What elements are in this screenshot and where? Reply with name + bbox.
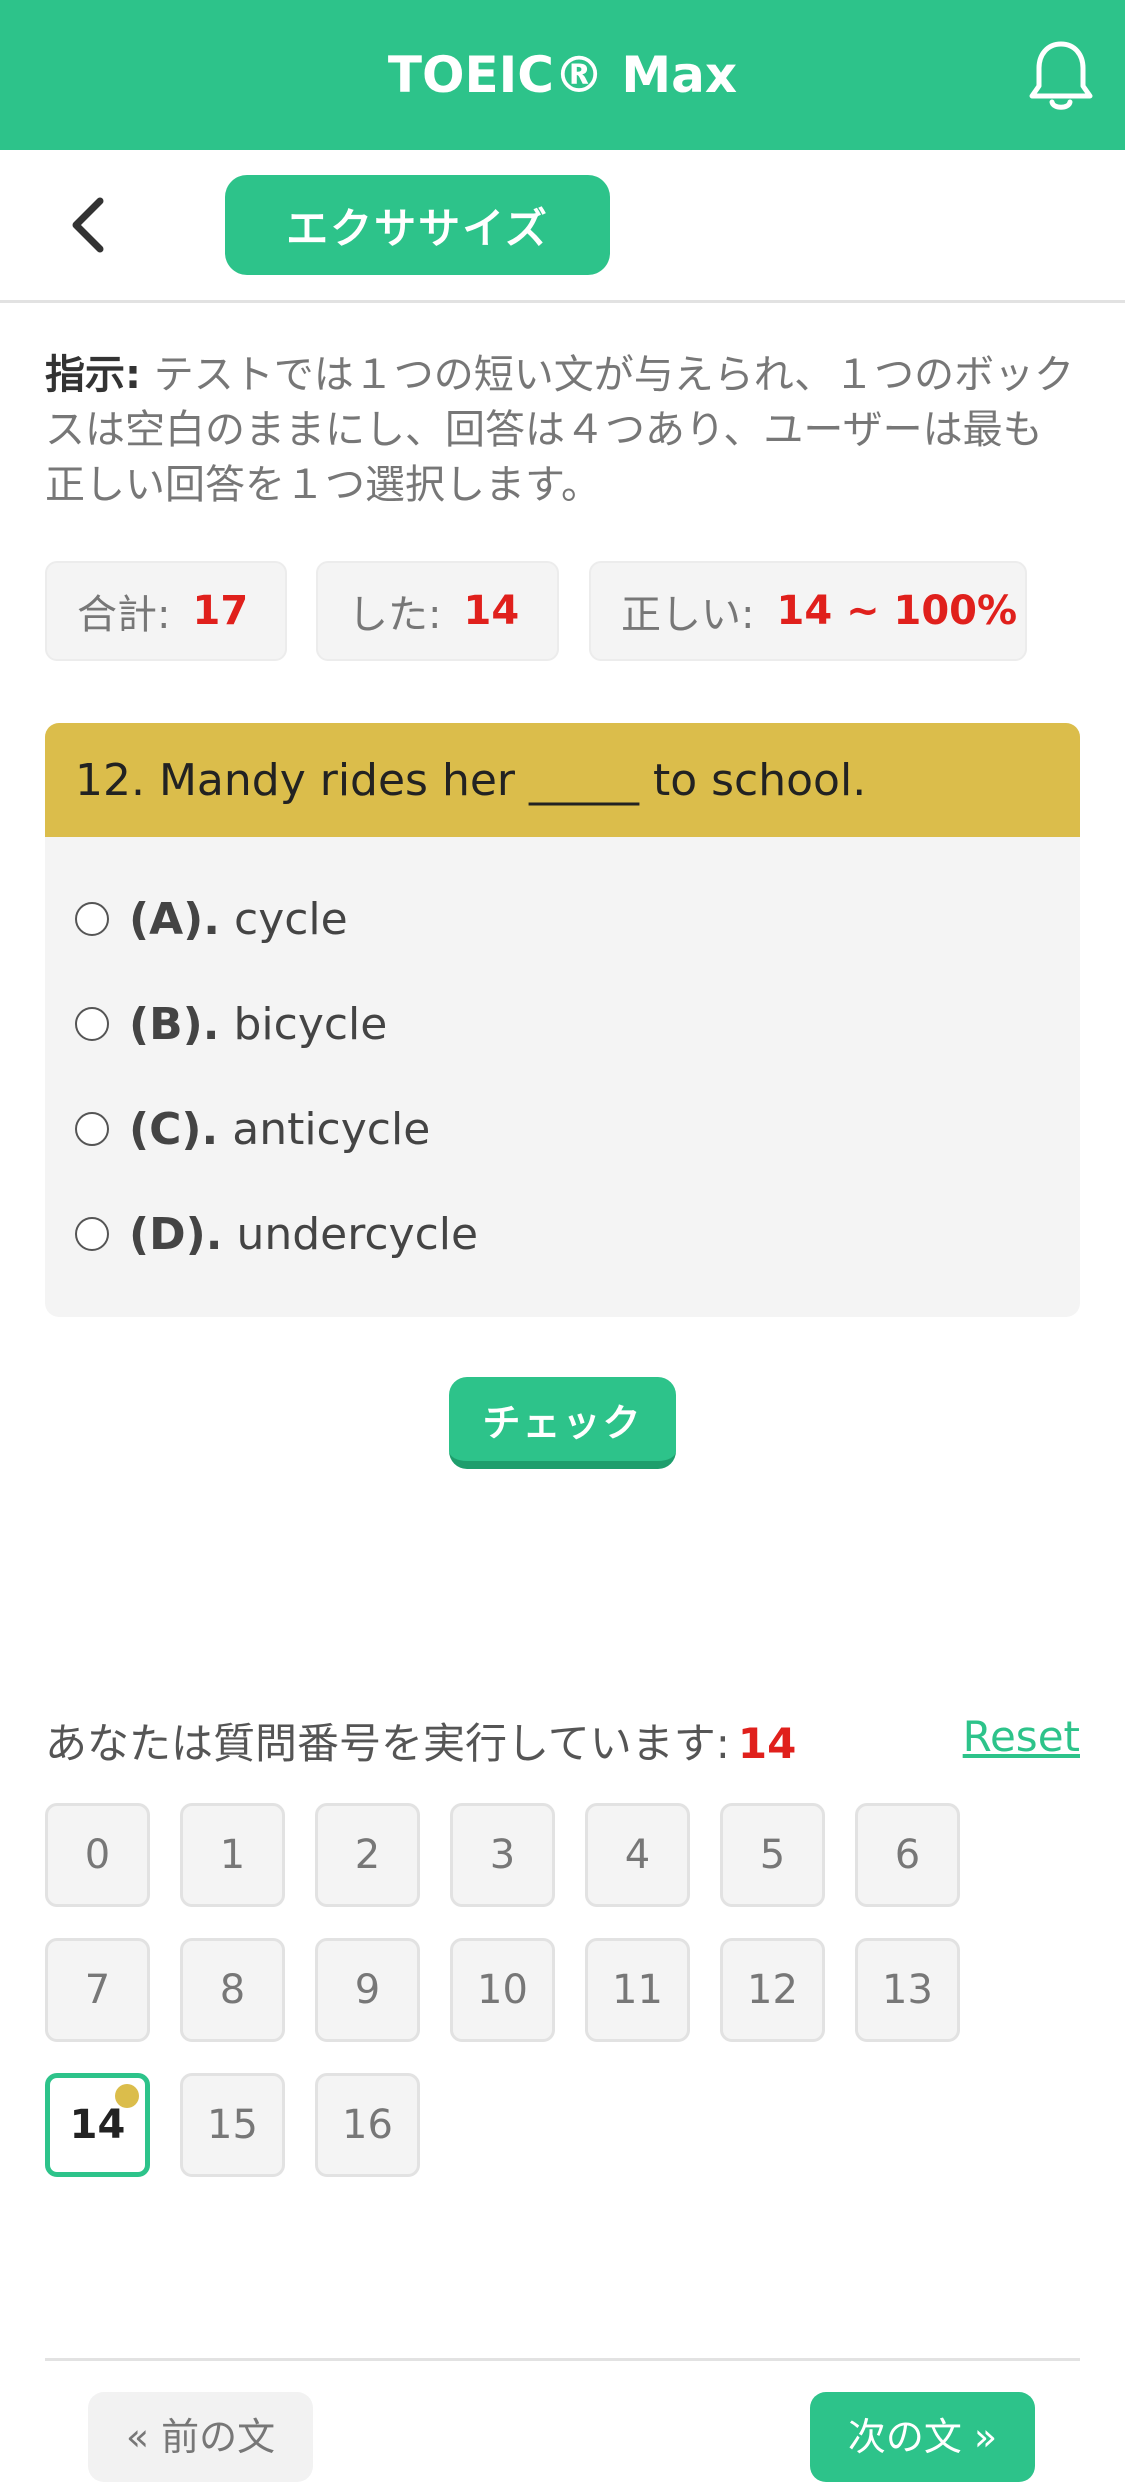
correct-label: 正しい: <box>621 592 755 638</box>
correct-stat: 正しい: 14 ~ 100% <box>589 561 1027 661</box>
chevron-left-icon[interactable] <box>60 195 120 255</box>
question-number-label: 16 <box>342 2102 393 2148</box>
total-value: 17 <box>192 588 249 634</box>
option-d[interactable]: (D). undercycle <box>75 1204 478 1264</box>
option-text: cycle <box>234 893 348 945</box>
done-value: 14 <box>463 588 520 634</box>
check-button[interactable]: チェック <box>449 1377 676 1469</box>
option-letter: (C). <box>129 1103 219 1155</box>
question-number-label: 15 <box>207 2102 258 2148</box>
radio-c[interactable] <box>75 1112 109 1146</box>
option-letter: (D). <box>129 1208 223 1260</box>
option-text: anticycle <box>232 1103 431 1155</box>
question-number-label: 4 <box>624 1832 651 1878</box>
option-letter: (A). <box>129 893 220 945</box>
progress-text: あなたは質問番号を実行しています: 14 <box>45 1710 796 1771</box>
bell-icon[interactable] <box>1025 38 1097 114</box>
question-number-button[interactable]: 2 <box>315 1803 420 1907</box>
question-number-button[interactable]: 0 <box>45 1803 150 1907</box>
question-number-button[interactable]: 16 <box>315 2073 420 2177</box>
question-number-button[interactable]: 13 <box>855 1938 960 2042</box>
question-number-label: 12 <box>747 1967 798 2013</box>
question-number-label: 3 <box>489 1832 516 1878</box>
radio-a[interactable] <box>75 902 109 936</box>
option-letter: (B). <box>129 998 220 1050</box>
option-b[interactable]: (B). bicycle <box>75 994 387 1054</box>
question-number-button[interactable]: 7 <box>45 1938 150 2042</box>
option-text: bicycle <box>233 998 388 1050</box>
question-number-label: 6 <box>894 1832 921 1878</box>
radio-b[interactable] <box>75 1007 109 1041</box>
total-label: 合計: <box>77 592 171 638</box>
question-number-label: 13 <box>882 1967 933 2013</box>
question-number-label: 14 <box>69 2102 126 2148</box>
answer-options: (A). cycle (B). bicycle (C). anticycle (… <box>45 837 1080 1317</box>
question-number-label: 1 <box>219 1832 246 1878</box>
question-number-button[interactable]: 14 <box>45 2073 150 2177</box>
question-number-button[interactable]: 9 <box>315 1938 420 2042</box>
question-number-label: 5 <box>759 1832 786 1878</box>
question-number-label: 9 <box>354 1967 381 2013</box>
next-sentence-button[interactable]: 次の文 » <box>810 2392 1035 2482</box>
option-c[interactable]: (C). anticycle <box>75 1099 430 1159</box>
question-number-button[interactable]: 3 <box>450 1803 555 1907</box>
current-question-number: 14 <box>737 1719 797 1768</box>
correct-value: 14 ~ 100% <box>776 588 1018 634</box>
question-number-label: 7 <box>84 1967 111 2013</box>
question-number-label: 11 <box>612 1967 663 2013</box>
question-number-label: 0 <box>84 1832 111 1878</box>
instructions-text: テストでは１つの短い文が与えられ、１つのボックスは空白のままにし、回答は４つあり… <box>45 352 1075 508</box>
question-number-button[interactable]: 8 <box>180 1938 285 2042</box>
question-number-button[interactable]: 11 <box>585 1938 690 2042</box>
done-label: した: <box>348 592 442 638</box>
question-text: 12. Mandy rides her _____ to school. <box>45 723 1080 837</box>
option-a[interactable]: (A). cycle <box>75 889 348 949</box>
question-number-button[interactable]: 10 <box>450 1938 555 2042</box>
exercise-tab-button[interactable]: エクササイズ <box>225 175 610 275</box>
done-stat: した: 14 <box>316 561 559 661</box>
app-title: TOEIC® Max <box>387 46 738 104</box>
question-number-label: 10 <box>477 1967 528 2013</box>
instructions-label: 指示: <box>45 352 141 398</box>
question-number-button[interactable]: 6 <box>855 1803 960 1907</box>
prev-sentence-button[interactable]: « 前の文 <box>88 2392 313 2482</box>
progress-label: あなたは質問番号を実行しています: <box>45 1719 730 1768</box>
question-number-button[interactable]: 4 <box>585 1803 690 1907</box>
question-number-button[interactable]: 5 <box>720 1803 825 1907</box>
current-indicator-dot <box>115 2084 139 2108</box>
option-text: undercycle <box>236 1208 479 1260</box>
question-number-button[interactable]: 12 <box>720 1938 825 2042</box>
radio-d[interactable] <box>75 1217 109 1251</box>
app-header: TOEIC® Max <box>0 0 1125 150</box>
sub-toolbar: エクササイズ <box>0 150 1125 303</box>
total-stat: 合計: 17 <box>45 561 287 661</box>
question-number-button[interactable]: 1 <box>180 1803 285 1907</box>
divider <box>45 2358 1080 2361</box>
question-number-button[interactable]: 15 <box>180 2073 285 2177</box>
reset-link[interactable]: Reset <box>963 1712 1080 1761</box>
question-number-label: 2 <box>354 1832 381 1878</box>
instructions: 指示: テストでは１つの短い文が与えられ、１つのボックスは空白のままにし、回答は… <box>45 348 1075 513</box>
question-number-label: 8 <box>219 1967 246 2013</box>
